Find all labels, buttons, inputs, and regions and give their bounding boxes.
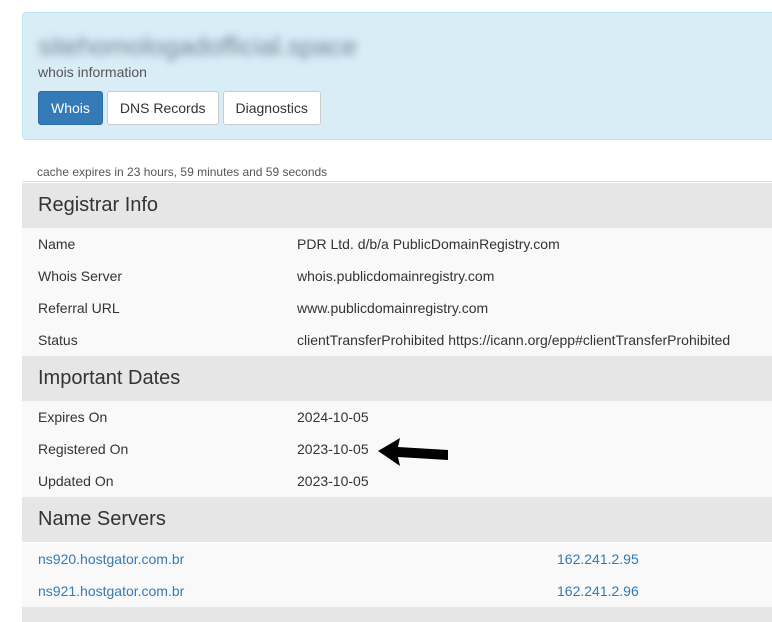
table-row: Expires On 2024-10-05: [22, 401, 772, 433]
table-row: ns921.hostgator.com.br 162.241.2.96: [22, 575, 772, 607]
tab-whois[interactable]: Whois: [38, 91, 103, 125]
row-value: 2024-10-05: [297, 409, 369, 425]
tab-diagnostics[interactable]: Diagnostics: [222, 91, 321, 125]
domain-header: sitehomologadofficial.space whois inform…: [22, 12, 772, 140]
tab-dns-records[interactable]: DNS Records: [106, 91, 219, 125]
section-title-important-dates: Important Dates: [22, 356, 772, 401]
table-row: Name PDR Ltd. d/b/a PublicDomainRegistry…: [22, 228, 772, 260]
row-value: clientTransferProhibited https://icann.o…: [297, 332, 731, 348]
row-value: 2023-10-05: [297, 441, 369, 457]
tab-bar: Whois DNS Records Diagnostics: [38, 91, 321, 125]
annotation-arrow-icon: [378, 438, 448, 466]
nameserver-host-link[interactable]: ns920.hostgator.com.br: [38, 551, 184, 567]
table-row: Status clientTransferProhibited https://…: [22, 324, 772, 356]
nameserver-ip-link[interactable]: 162.241.2.95: [557, 551, 639, 567]
table-row: Referral URL www.publicdomainregistry.co…: [22, 292, 772, 324]
table-row: Whois Server whois.publicdomainregistry.…: [22, 260, 772, 292]
section-title-next: [22, 607, 772, 622]
whois-page: sitehomologadofficial.space whois inform…: [0, 0, 772, 622]
row-value: 2023-10-05: [297, 473, 369, 489]
row-label: Referral URL: [38, 300, 120, 316]
section-title-registrar-info: Registrar Info: [22, 183, 772, 228]
divider: [22, 181, 772, 182]
header-subtitle: whois information: [38, 64, 147, 80]
row-label: Updated On: [38, 473, 114, 489]
row-label: Registered On: [38, 441, 129, 457]
row-value: PDR Ltd. d/b/a PublicDomainRegistry.com: [297, 236, 560, 252]
nameserver-ip-link[interactable]: 162.241.2.96: [557, 583, 639, 599]
domain-title: sitehomologadofficial.space: [38, 31, 357, 61]
row-label: Name: [38, 236, 76, 252]
row-label: Expires On: [38, 409, 108, 425]
row-label: Whois Server: [38, 268, 123, 284]
nameserver-host-link[interactable]: ns921.hostgator.com.br: [38, 583, 184, 599]
row-label: Status: [38, 332, 78, 348]
table-row: Updated On 2023-10-05: [22, 465, 772, 497]
row-value: www.publicdomainregistry.com: [297, 300, 489, 316]
table-row: ns920.hostgator.com.br 162.241.2.95: [22, 543, 772, 575]
row-value: whois.publicdomainregistry.com: [297, 268, 495, 284]
cache-expiry-note: cache expires in 23 hours, 59 minutes an…: [37, 165, 328, 179]
section-title-name-servers: Name Servers: [22, 497, 772, 542]
